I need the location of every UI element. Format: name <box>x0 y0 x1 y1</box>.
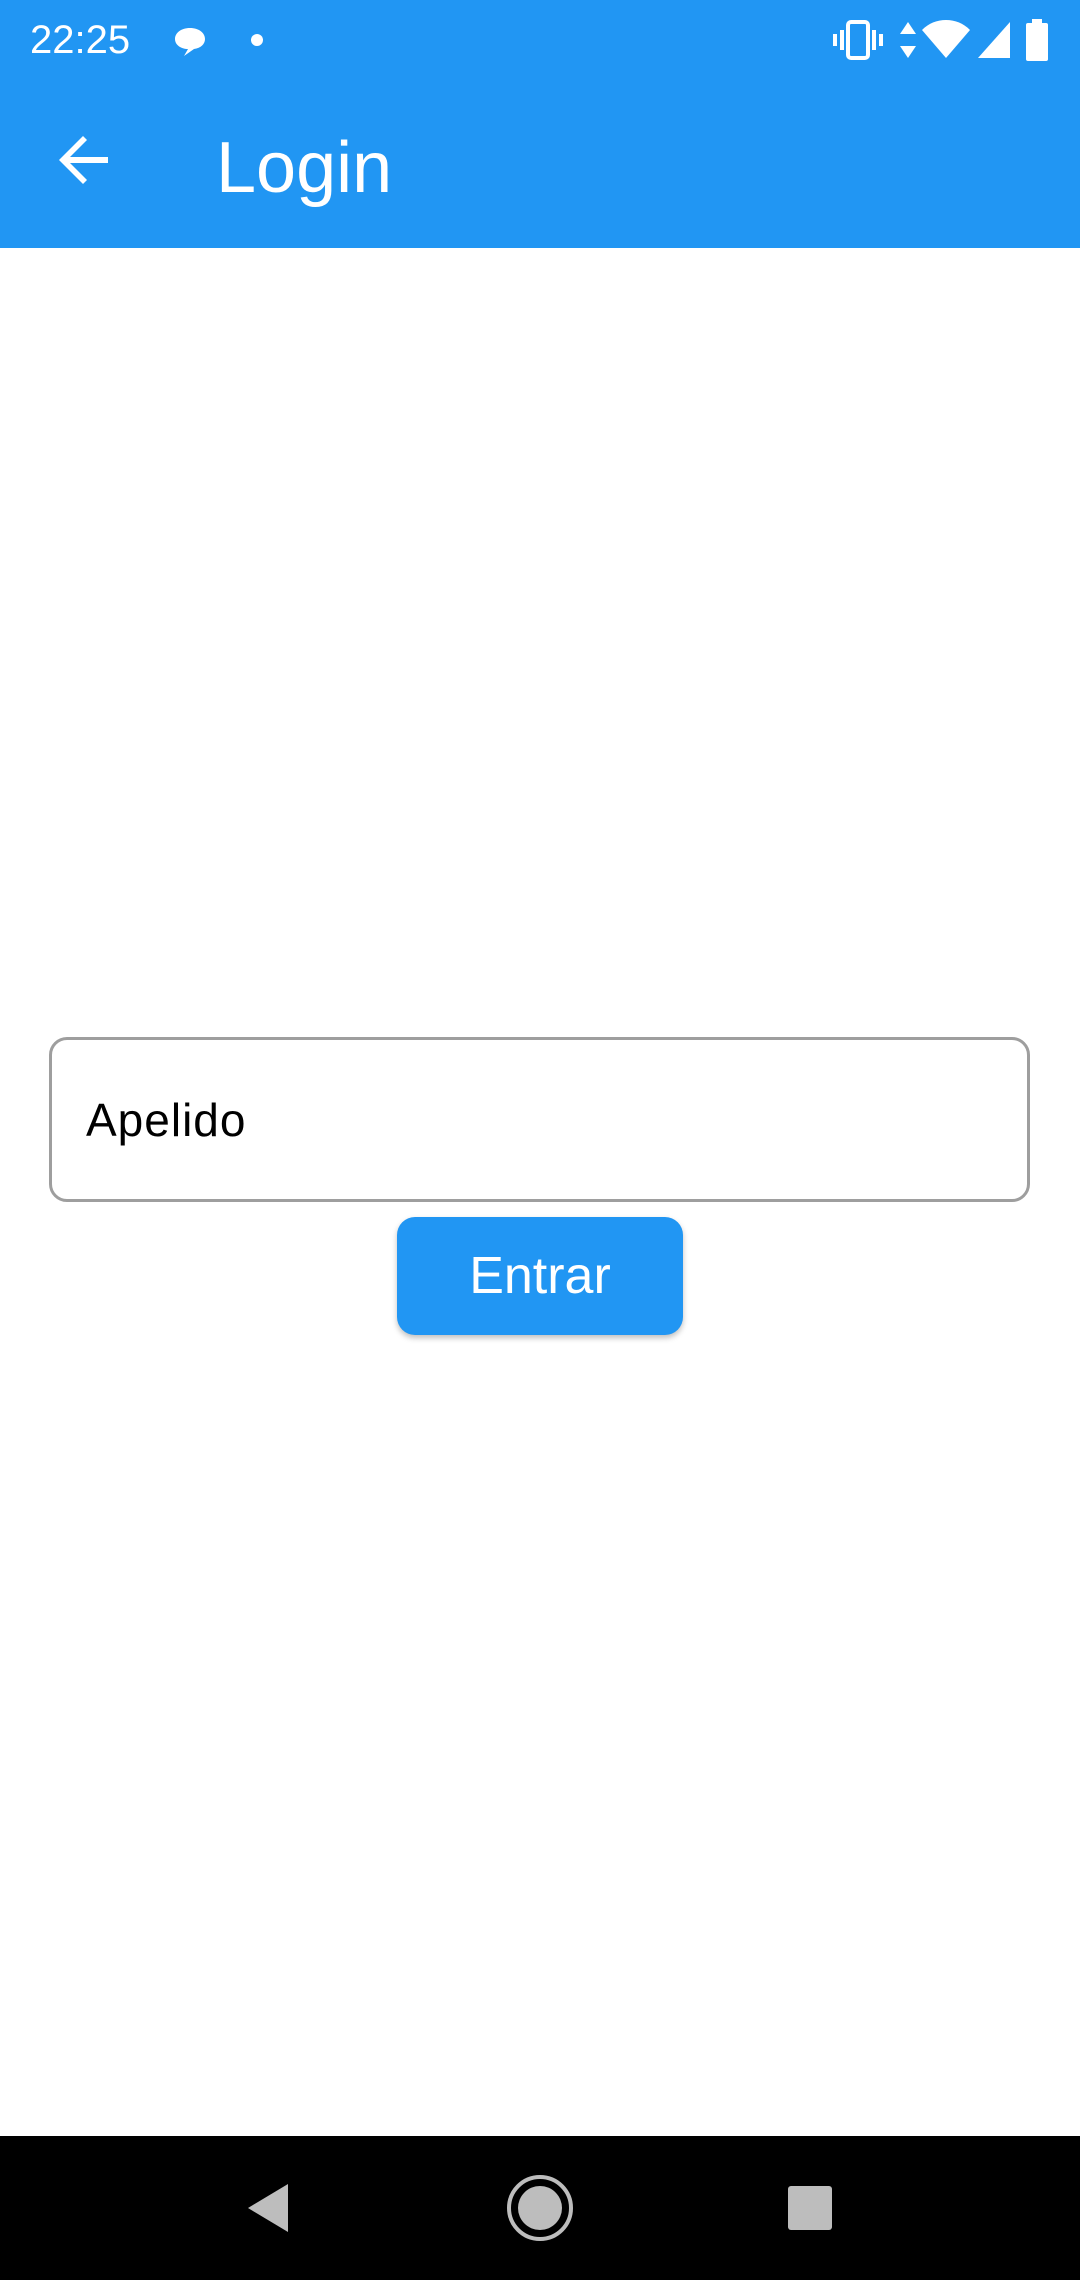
enter-button-label: Entrar <box>469 1247 611 1305</box>
data-arrows-icon <box>900 22 916 58</box>
recents-square-icon <box>788 2186 832 2230</box>
toolbar: Login <box>0 80 1080 248</box>
nav-recents-button[interactable] <box>738 2136 882 2280</box>
nav-back-button[interactable] <box>196 2136 340 2280</box>
cell-signal-icon <box>978 22 1010 58</box>
back-triangle-icon <box>248 2184 288 2232</box>
enter-button[interactable]: Entrar <box>397 1217 683 1335</box>
status-bar: 22:25 <box>0 0 1080 80</box>
wifi-icon <box>922 20 970 58</box>
status-time: 22:25 <box>30 18 131 62</box>
battery-icon <box>1026 19 1048 61</box>
app-bar: 22:25 Login <box>0 0 1080 248</box>
back-button[interactable] <box>40 116 128 204</box>
chat-bubble-icon <box>175 28 205 56</box>
arrow-back-icon <box>59 136 108 184</box>
page-title: Login <box>216 128 393 208</box>
vibrate-icon <box>833 20 883 60</box>
nav-home-button[interactable] <box>468 2136 612 2280</box>
home-circle-icon <box>507 2175 573 2241</box>
notification-dot-icon <box>251 34 263 46</box>
surname-field[interactable] <box>49 1037 1030 1202</box>
navigation-bar <box>0 2136 1080 2280</box>
surname-input[interactable] <box>86 1040 986 1199</box>
login-screen: 22:25 Login Apelido Entrar <box>0 0 1080 2280</box>
